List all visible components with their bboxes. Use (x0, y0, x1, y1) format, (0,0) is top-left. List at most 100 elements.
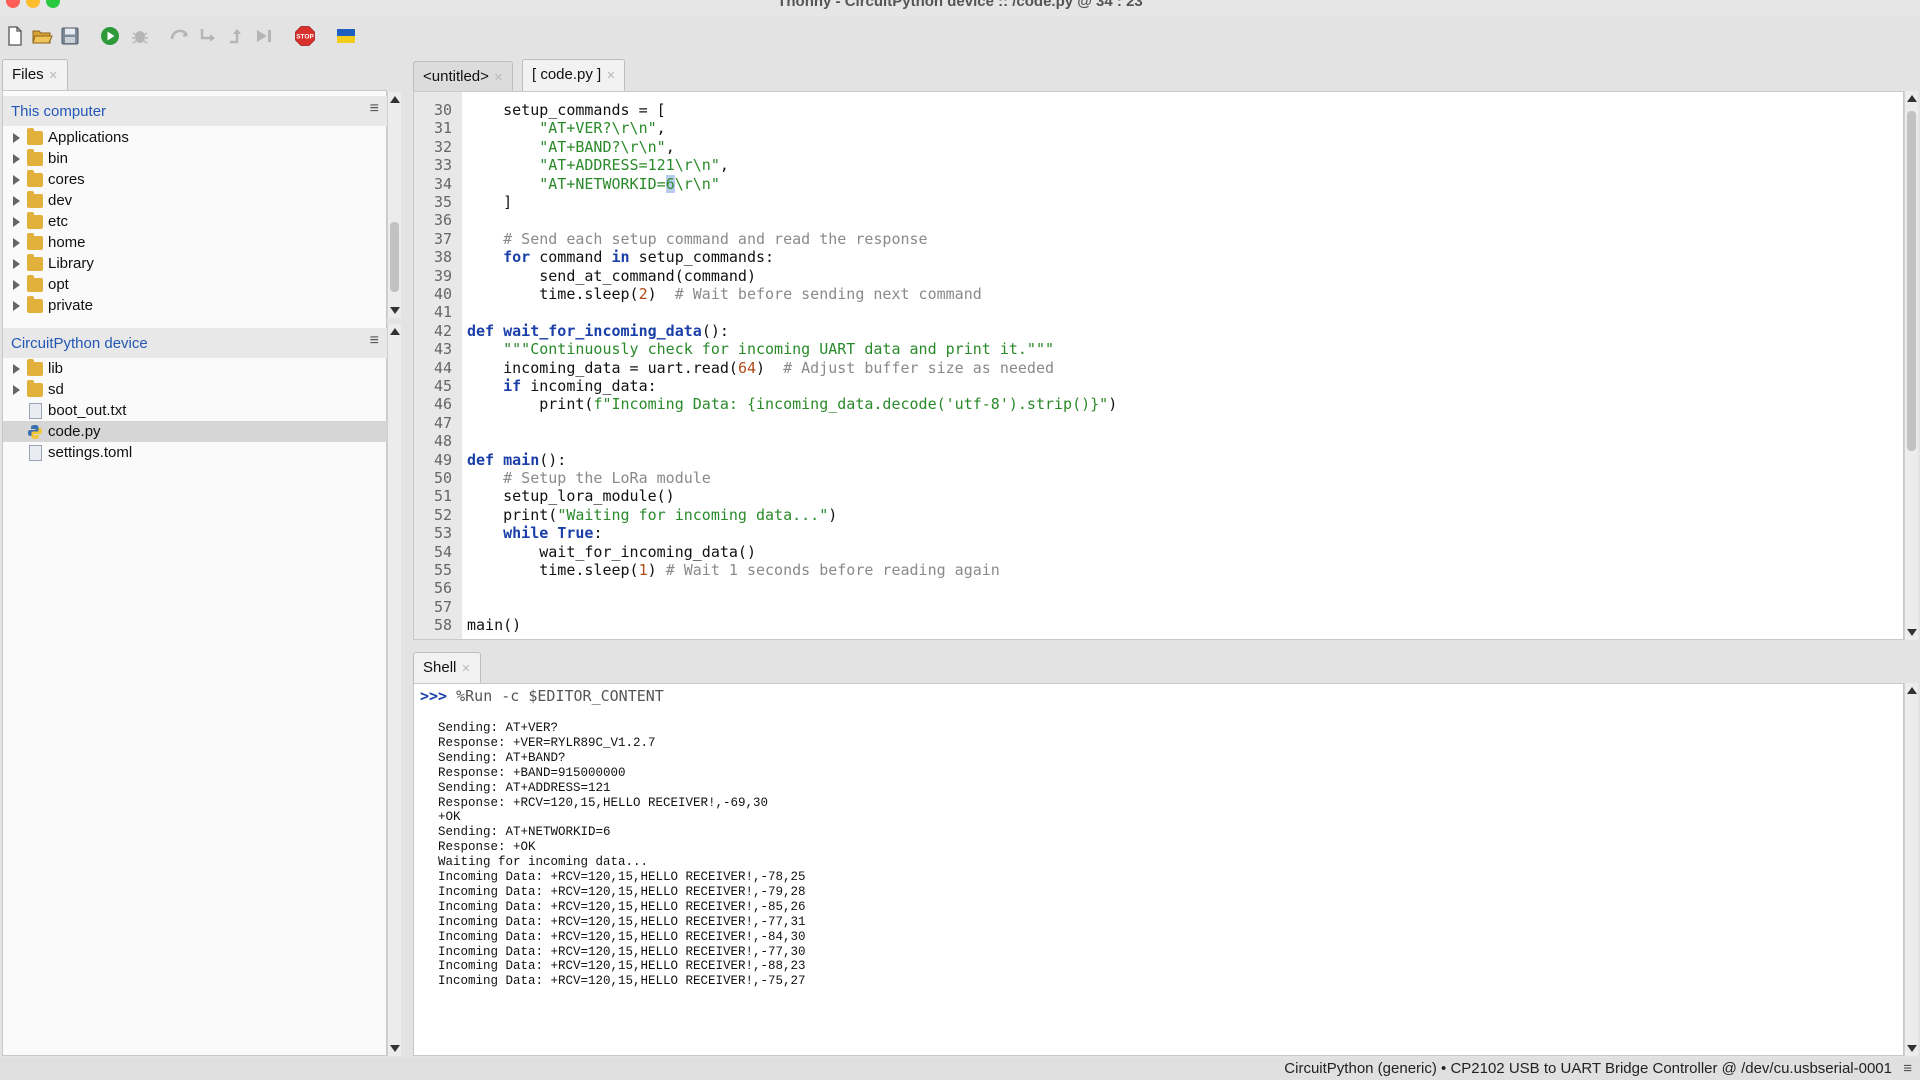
tree-file-code-py[interactable]: code.py (3, 421, 387, 442)
menu-icon[interactable]: ≡ (1903, 1058, 1912, 1080)
open-folder-icon[interactable] (31, 25, 53, 47)
expand-arrow-icon[interactable] (13, 364, 20, 374)
stop-icon[interactable]: STOP (294, 25, 316, 47)
tab-code-py-label: [ code.py ] (532, 66, 602, 83)
expand-arrow-icon[interactable] (13, 280, 20, 290)
shell-output-line: Incoming Data: +RCV=120,15,HELLO RECEIVE… (438, 959, 806, 974)
code-line[interactable]: """Continuously check for incoming UART … (467, 340, 1054, 358)
close-icon[interactable]: ✕ (606, 70, 615, 82)
code-line[interactable]: print("Waiting for incoming data...") (467, 506, 837, 524)
scroll-up-arrow[interactable] (390, 96, 400, 103)
scroll-up-arrow[interactable] (1907, 95, 1917, 102)
line-number: 58 (433, 616, 452, 635)
scroll-down-arrow[interactable] (1907, 629, 1917, 636)
expand-arrow-icon[interactable] (13, 196, 20, 206)
scroll-thumb[interactable] (390, 222, 399, 292)
tree-folder-sd[interactable]: sd (3, 379, 387, 400)
expand-arrow-icon[interactable] (13, 238, 20, 248)
new-file-icon[interactable] (4, 25, 26, 47)
device-files-scrollbar[interactable] (387, 324, 401, 1056)
code-line[interactable]: "AT+BAND?\r\n", (467, 138, 674, 156)
shell-output-line: Response: +VER=RYLR89C_V1.2.7 (438, 735, 656, 750)
scroll-down-arrow[interactable] (1907, 1045, 1917, 1052)
tab-untitled[interactable]: <untitled> ✕ (413, 61, 514, 91)
scroll-up-arrow[interactable] (390, 328, 400, 335)
shell-console[interactable]: >>> %Run -c $EDITOR_CONTENT Sending: AT+… (413, 683, 1904, 1056)
code-line[interactable]: time.sleep(1) # Wait 1 seconds before re… (467, 561, 1000, 579)
ukraine-flag-icon[interactable] (335, 25, 357, 47)
code-line[interactable]: time.sleep(2) # Wait before sending next… (467, 285, 982, 303)
code-editor[interactable]: 30 setup_commands = [ 31 "AT+VER?\r\n", … (413, 91, 1904, 640)
tree-folder-opt[interactable]: opt (3, 274, 387, 295)
code-line[interactable]: "AT+VER?\r\n", (467, 119, 665, 137)
code-line[interactable]: setup_commands = [ (467, 101, 666, 119)
tree-folder-lib[interactable]: lib (3, 358, 387, 379)
scroll-down-arrow[interactable] (390, 307, 400, 314)
code-line[interactable]: "AT+ADDRESS=121\r\n", (467, 156, 729, 174)
tab-code-py[interactable]: [ code.py ] ✕ (522, 59, 626, 91)
line-number: 56 (433, 579, 452, 598)
expand-arrow-icon[interactable] (13, 217, 20, 227)
shell-output-line: Response: +BAND=915000000 (438, 765, 626, 780)
scroll-thumb[interactable] (1907, 111, 1916, 451)
expand-arrow-icon[interactable] (13, 301, 20, 311)
tree-file-boot-out[interactable]: boot_out.txt (3, 400, 387, 421)
editor-scrollbar[interactable] (1904, 91, 1918, 640)
code-line[interactable]: def main(): (467, 451, 566, 469)
line-number: 43 (433, 340, 452, 359)
this-computer-scrollbar[interactable] (387, 92, 401, 318)
expand-arrow-icon[interactable] (13, 259, 20, 269)
step-into-icon[interactable] (197, 25, 219, 47)
close-icon[interactable]: ✕ (494, 72, 503, 84)
code-line[interactable]: incoming_data = uart.read(64) # Adjust b… (467, 359, 1054, 377)
code-line[interactable]: for command in setup_commands: (467, 248, 774, 266)
code-line[interactable]: if incoming_data: (467, 377, 657, 395)
code-line[interactable]: send_at_command(command) (467, 267, 756, 285)
resume-icon[interactable] (253, 25, 275, 47)
expand-arrow-icon[interactable] (13, 154, 20, 164)
tree-folder-home[interactable]: home (3, 232, 387, 253)
code-line[interactable]: def wait_for_incoming_data(): (467, 322, 729, 340)
tab-files[interactable]: Files ✕ (2, 59, 68, 90)
menu-icon[interactable]: ≡ (370, 100, 379, 118)
code-line-current[interactable]: "AT+NETWORKID=6\r\n" (467, 174, 720, 193)
tree-folder-dev[interactable]: dev (3, 190, 387, 211)
folder-icon (27, 191, 43, 208)
tab-shell[interactable]: Shell ✕ (413, 652, 481, 683)
shell-scrollbar[interactable] (1904, 683, 1918, 1056)
debug-icon[interactable] (129, 25, 151, 47)
code-line[interactable]: # Setup the LoRa module (467, 469, 711, 487)
code-line[interactable]: print(f"Incoming Data: {incoming_data.de… (467, 395, 1117, 413)
tree-file-settings[interactable]: settings.toml (3, 442, 387, 463)
code-line[interactable]: setup_lora_module() (467, 487, 675, 505)
run-icon[interactable] (99, 25, 121, 47)
tree-folder-bin[interactable]: bin (3, 148, 387, 169)
step-out-icon[interactable] (226, 25, 248, 47)
tree-folder-private[interactable]: private (3, 295, 387, 316)
tree-folder-applications[interactable]: Applications (3, 127, 387, 148)
step-over-icon[interactable] (169, 25, 191, 47)
code-line[interactable]: main() (467, 616, 521, 634)
expand-arrow-icon[interactable] (13, 133, 20, 143)
scroll-up-arrow[interactable] (1907, 687, 1917, 694)
line-number: 48 (433, 432, 452, 451)
scroll-down-arrow[interactable] (390, 1045, 400, 1052)
tree-folder-etc[interactable]: etc (3, 211, 387, 232)
code-line[interactable]: ] (467, 193, 512, 211)
close-icon[interactable]: ✕ (461, 663, 470, 675)
shell-output-line: Incoming Data: +RCV=120,15,HELLO RECEIVE… (438, 929, 806, 944)
menu-icon[interactable]: ≡ (370, 332, 379, 350)
save-icon[interactable] (59, 25, 81, 47)
shell-output-line: Sending: AT+NETWORKID=6 (438, 825, 611, 840)
tree-folder-library[interactable]: Library (3, 253, 387, 274)
expand-arrow-icon[interactable] (13, 385, 20, 395)
code-line[interactable]: wait_for_incoming_data() (467, 543, 756, 561)
code-line[interactable]: while True: (467, 524, 602, 542)
expand-arrow-icon[interactable] (13, 175, 20, 185)
tree-folder-cores[interactable]: cores (3, 169, 387, 190)
shell-output-line: Incoming Data: +RCV=120,15,HELLO RECEIVE… (438, 899, 806, 914)
line-number: 53 (433, 524, 452, 543)
close-icon[interactable]: ✕ (49, 70, 58, 82)
interpreter-status[interactable]: CircuitPython (generic) • CP2102 USB to … (1284, 1058, 1892, 1080)
code-line[interactable]: # Send each setup command and read the r… (467, 230, 927, 248)
